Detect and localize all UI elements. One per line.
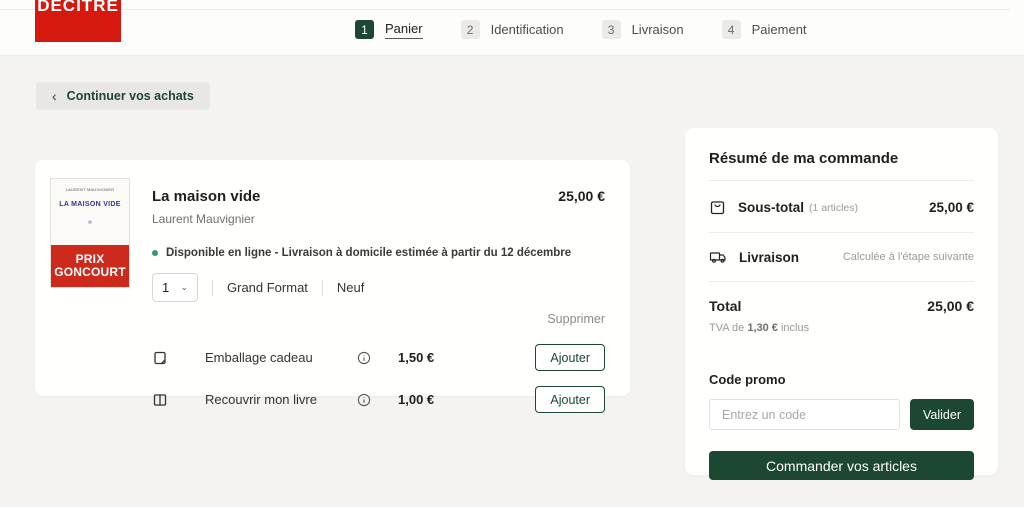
delivery-truck-icon	[709, 249, 727, 265]
chevron-down-icon: ⌄	[180, 282, 188, 293]
promo-code-input[interactable]	[709, 399, 900, 430]
remove-item-link[interactable]: Supprimer	[547, 312, 605, 326]
shipping-note: Calculée à l'étape suivante	[843, 251, 974, 263]
step-paiement[interactable]: 4 Paiement	[722, 20, 807, 39]
availability-dot-icon	[152, 250, 158, 256]
book-cover-icon	[152, 392, 172, 408]
subtotal-row: Sous-total (1 articles) 25,00 €	[709, 199, 974, 216]
divider	[709, 281, 974, 282]
cover-title-text: LA MAISON VIDE	[51, 201, 129, 208]
step-label: Livraison	[632, 22, 684, 37]
divider	[709, 232, 974, 233]
book-cover-top: LAURENT MAUVIGNIER LA MAISON VIDE ✻	[51, 179, 129, 245]
shipping-label: Livraison	[739, 250, 799, 265]
quantity-select[interactable]: 1 ⌄	[152, 273, 198, 302]
addon-price: 1,50 €	[398, 350, 458, 365]
checkout-stepper: 1 Panier 2 Identification 3 Livraison 4 …	[355, 20, 807, 39]
subtotal-count: (1 articles)	[809, 202, 858, 214]
subtotal-value: 25,00 €	[929, 200, 974, 215]
step-label: Paiement	[752, 22, 807, 37]
item-condition: Neuf	[337, 280, 364, 295]
item-title-link[interactable]: La maison vide	[152, 188, 260, 205]
item-meta-row: 1 ⌄ Grand Format Neuf	[152, 273, 605, 302]
vat-note: TVA de 1,30 € inclus	[709, 322, 974, 334]
step-label: Identification	[491, 22, 564, 37]
divider	[709, 180, 974, 181]
step-panier[interactable]: 1 Panier	[355, 20, 423, 39]
addon-row-gift-wrap: Emballage cadeau 1,50 € Ajouter	[152, 344, 605, 371]
book-cover-image[interactable]: LAURENT MAUVIGNIER LA MAISON VIDE ✻ PRIX…	[50, 178, 130, 288]
availability-text: Disponible en ligne - Livraison à domici…	[166, 247, 571, 259]
total-row: Total 25,00 €	[709, 298, 974, 314]
vat-suffix: inclus	[781, 322, 809, 334]
step-number-badge: 2	[461, 20, 480, 39]
cart-item-details: La maison vide 25,00 € Laurent Mauvignie…	[152, 160, 605, 413]
promo-validate-button[interactable]: Valider	[910, 399, 974, 430]
chevron-left-icon: ‹	[52, 88, 57, 104]
cover-author-text: LAURENT MAUVIGNIER	[51, 187, 129, 192]
prix-goncourt-banner: PRIX GONCOURT	[51, 245, 129, 287]
cart-item-card: LAURENT MAUVIGNIER LA MAISON VIDE ✻ PRIX…	[35, 160, 630, 396]
add-gift-wrap-button[interactable]: Ajouter	[535, 344, 605, 371]
continue-shopping-button[interactable]: ‹ Continuer vos achats	[36, 82, 210, 110]
item-price: 25,00 €	[558, 188, 605, 205]
add-book-cover-button[interactable]: Ajouter	[535, 386, 605, 413]
info-icon[interactable]	[357, 351, 371, 365]
step-number-badge: 3	[602, 20, 621, 39]
logo-text: DECITRE	[37, 0, 119, 42]
subtotal-label: Sous-total	[738, 200, 804, 215]
order-summary-panel: Résumé de ma commande Sous-total (1 arti…	[685, 128, 998, 475]
step-identification[interactable]: 2 Identification	[461, 20, 564, 39]
banner-line-2: GONCOURT	[54, 266, 126, 279]
total-value: 25,00 €	[927, 298, 974, 314]
promo-code-label: Code promo	[709, 372, 974, 387]
addon-label: Recouvrir mon livre	[205, 392, 357, 407]
step-number-badge: 1	[355, 20, 374, 39]
gift-wrap-icon	[152, 350, 172, 366]
item-author: Laurent Mauvignier	[152, 212, 605, 226]
step-label: Panier	[385, 21, 423, 39]
checkout-button[interactable]: Commander vos articles	[709, 451, 974, 480]
summary-title: Résumé de ma commande	[709, 150, 974, 167]
availability-status: Disponible en ligne - Livraison à domici…	[152, 247, 605, 259]
item-format: Grand Format	[227, 280, 308, 295]
addon-price: 1,00 €	[398, 392, 458, 407]
quantity-value: 1	[162, 280, 169, 295]
total-label: Total	[709, 298, 741, 314]
step-number-badge: 4	[722, 20, 741, 39]
shipping-row: Livraison Calculée à l'étape suivante	[709, 249, 974, 265]
addon-row-book-cover: Recouvrir mon livre 1,00 € Ajouter	[152, 386, 605, 413]
vat-amount: 1,30 €	[747, 322, 778, 334]
vat-prefix: TVA de	[709, 322, 744, 334]
separator	[212, 280, 213, 296]
decitre-logo[interactable]: DECITRE	[35, 0, 121, 42]
header-divider	[0, 9, 1010, 10]
shopping-bag-icon	[709, 199, 726, 216]
step-livraison[interactable]: 3 Livraison	[602, 20, 684, 39]
promo-code-row: Valider	[709, 399, 974, 430]
addon-label: Emballage cadeau	[205, 350, 357, 365]
separator	[322, 280, 323, 296]
continue-shopping-label: Continuer vos achats	[67, 89, 194, 103]
info-icon[interactable]	[357, 393, 371, 407]
publisher-mark: ✻	[51, 220, 129, 226]
